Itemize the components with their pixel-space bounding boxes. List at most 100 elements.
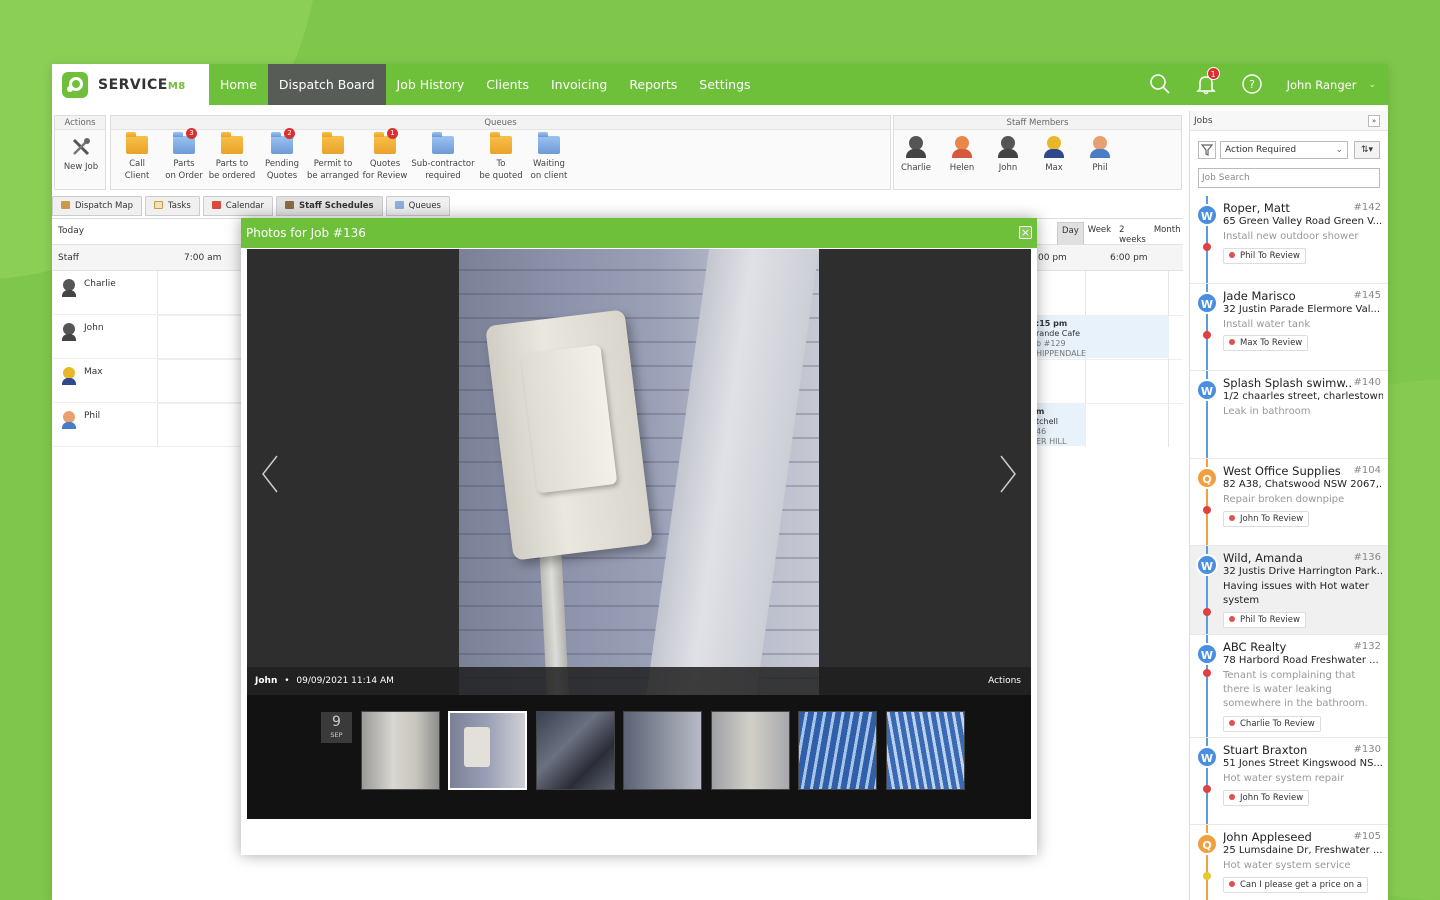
time-header: :00 pm (1035, 253, 1067, 263)
review-tag[interactable]: John To Review (1223, 790, 1310, 806)
status-dot (1203, 785, 1211, 793)
appointment-card[interactable]: m tchell 46 ER HILL (1034, 404, 1086, 446)
work-order-badge: W (1196, 643, 1218, 665)
review-tag[interactable]: Phil To Review (1223, 248, 1306, 264)
queue-parts-on-order[interactable]: 3 Parts on Order (160, 128, 208, 182)
job-card[interactable]: W Roper, Matt #142 65 Green Valley Road … (1190, 196, 1388, 284)
review-tag[interactable]: John To Review (1223, 511, 1310, 527)
queue-quotes-for-review[interactable]: 1 Quotes for Review (361, 128, 409, 182)
queue-pending-quotes[interactable]: 2 Pending Quotes (258, 128, 306, 182)
tab-queues[interactable]: Queues (385, 196, 450, 216)
job-card[interactable]: Q West Office Supplies #104 82 A38, Chat… (1190, 459, 1388, 546)
time-header: 6:00 pm (1110, 253, 1148, 263)
queue-badge: 1 (387, 128, 398, 139)
search-icon[interactable] (1149, 73, 1173, 97)
photo-thumbnail[interactable] (361, 711, 440, 790)
status-dot (1203, 608, 1211, 616)
photo-thumbnail[interactable] (623, 711, 702, 790)
queue-to-be-quoted[interactable]: To be quoted (477, 132, 525, 182)
folder-icon (432, 132, 454, 154)
avatar (62, 279, 76, 297)
nav-clients[interactable]: Clients (475, 64, 540, 105)
job-card[interactable]: Q John Appleseed #105 25 Lumsdaine Dr, F… (1190, 825, 1388, 900)
servicem8-logo[interactable]: SERVICEM8 (52, 64, 209, 105)
job-card[interactable]: W Stuart Braxton #130 51 Jones Street Ki… (1190, 738, 1388, 825)
staff-john[interactable]: John (988, 136, 1028, 174)
tasks-icon (153, 201, 163, 209)
today-button[interactable]: Today (58, 226, 84, 236)
chevron-down-icon[interactable]: ⌄ (1368, 80, 1376, 90)
logo-text: SERVICE (98, 76, 168, 93)
next-photo-arrow[interactable] (997, 454, 1019, 494)
job-card[interactable]: W Jade Marisco #145 32 Justin Parade Ele… (1190, 284, 1388, 371)
photo-thumbnail[interactable] (448, 711, 527, 790)
staff-charlie[interactable]: Charlie (896, 136, 936, 174)
photo-thumbnail[interactable] (711, 711, 790, 790)
thumbnail-strip: 9 SEP (247, 695, 1031, 819)
top-nav: SERVICEM8 Home Dispatch Board Job Histor… (52, 64, 1388, 105)
staff-row-max[interactable]: Max (52, 359, 242, 403)
main-menu: Home Dispatch Board Job History Clients … (209, 64, 762, 105)
appointment-card[interactable]: :15 pm rande Cafe b #129 HIPPENDALE (1034, 316, 1169, 358)
staff-header: Staff Members (894, 116, 1181, 130)
job-card[interactable]: W Splash Splash swimw... #140 1/2 chaarl… (1190, 371, 1388, 459)
photo-thumbnail[interactable] (886, 711, 965, 790)
nav-settings[interactable]: Settings (688, 64, 761, 105)
quote-badge: Q (1196, 467, 1218, 489)
logo-suffix: M8 (167, 80, 186, 92)
job-card[interactable]: W ABC Realty #132 78 Harbord Road Freshw… (1190, 635, 1388, 738)
staff-row-john[interactable]: John (52, 315, 242, 359)
tab-tasks[interactable]: Tasks (144, 196, 200, 216)
jobs-title: Jobs (1194, 116, 1213, 126)
review-tag[interactable]: Max To Review (1223, 335, 1309, 351)
photo-caption: John • 09/09/2021 11:14 AM Actions (247, 667, 1031, 695)
staff-row-phil[interactable]: Phil (52, 403, 242, 447)
nav-job-history[interactable]: Job History (386, 64, 476, 105)
nav-home[interactable]: Home (209, 64, 268, 105)
note-tag[interactable]: Can I please get a price on a (1223, 877, 1368, 893)
queue-sub-contractor-required[interactable]: Sub-contractor required (409, 132, 477, 182)
photo-actions-button[interactable]: Actions (988, 667, 1021, 695)
folder-icon: 3 (173, 128, 197, 154)
review-tag[interactable]: Charlie To Review (1223, 716, 1321, 732)
nav-reports[interactable]: Reports (618, 64, 688, 105)
folder-icon (538, 132, 560, 154)
staff-phil[interactable]: Phil (1080, 136, 1120, 174)
queue-parts-to-be-ordered[interactable]: Parts to be ordered (207, 132, 257, 182)
svg-text:?: ? (1249, 78, 1255, 91)
queue-call-client[interactable]: Call Client (113, 132, 161, 182)
folder-icon (490, 132, 512, 154)
staff-helen[interactable]: Helen (942, 136, 982, 174)
tab-staff-schedules[interactable]: Staff Schedules (276, 196, 383, 216)
nav-invoicing[interactable]: Invoicing (540, 64, 618, 105)
queues-panel: Queues Call Client 3 Parts on Order Parts t… (110, 115, 891, 190)
queue-permit-to-be-arranged[interactable]: Permit to be arranged (305, 132, 361, 182)
help-icon[interactable]: ? (1241, 73, 1265, 97)
filter-icon[interactable] (1198, 141, 1216, 159)
queue-waiting-on-client[interactable]: Waiting on client (525, 132, 573, 182)
staff-row-charlie[interactable]: Charlie (52, 271, 242, 315)
avatar (1090, 136, 1110, 158)
nav-dispatch-board[interactable]: Dispatch Board (267, 64, 386, 105)
user-menu[interactable]: John Ranger (1287, 78, 1357, 92)
avatar (998, 136, 1018, 158)
jobs-panel: Jobs » Action Required ⌄ ⇅▾ Job Search W… (1189, 111, 1388, 900)
job-search-input[interactable]: Job Search (1198, 168, 1380, 188)
review-tag[interactable]: Phil To Review (1223, 612, 1306, 628)
job-card-selected[interactable]: W Wild, Amanda #136 32 Justis Drive Harr… (1190, 546, 1388, 635)
tab-calendar[interactable]: Calendar (202, 196, 273, 216)
expand-panel-icon[interactable]: » (1368, 115, 1380, 127)
bell-icon[interactable]: 1 (1195, 66, 1220, 97)
close-icon[interactable]: × (1019, 226, 1032, 239)
photo-thumbnail[interactable] (536, 711, 615, 790)
job-filter-select[interactable]: Action Required ⌄ (1220, 141, 1348, 159)
sort-button[interactable]: ⇅▾ (1354, 141, 1380, 159)
tab-dispatch-map[interactable]: Dispatch Map (52, 196, 142, 216)
staff-max[interactable]: Max (1034, 136, 1074, 174)
tools-icon (70, 136, 92, 158)
photo-thumbnail[interactable] (798, 711, 877, 790)
avatar (62, 367, 76, 385)
new-job-button[interactable]: New Job (55, 136, 107, 173)
queue-badge: 2 (284, 128, 295, 139)
previous-photo-arrow[interactable] (259, 454, 281, 494)
